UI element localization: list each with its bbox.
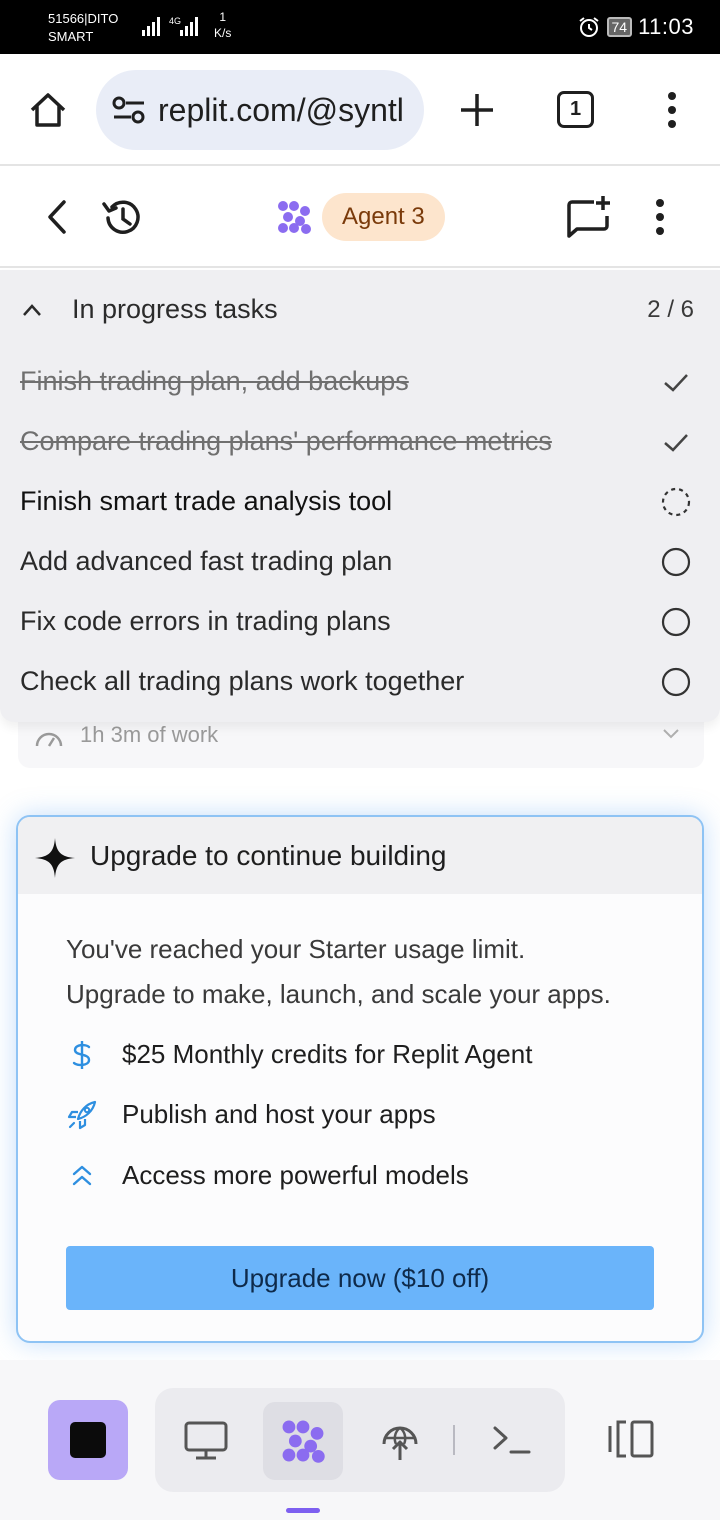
tab-agent[interactable]	[263, 1402, 343, 1480]
carrier-info: 51566|DITO SMART	[48, 10, 118, 46]
back-arrow-icon[interactable]	[42, 198, 74, 236]
stop-button[interactable]	[48, 1400, 128, 1480]
terminal-icon[interactable]	[489, 1418, 535, 1462]
task-item: Fix code errors in trading plans	[0, 592, 720, 652]
task-item: Check all trading plans work together	[0, 652, 720, 712]
gauge-icon	[35, 732, 63, 747]
agent-logo-icon	[278, 201, 311, 234]
history-icon[interactable]	[100, 196, 144, 240]
task-label: Fix code errors in trading plans	[20, 606, 391, 636]
url-text[interactable]: replit.com/@syntl	[158, 92, 404, 129]
work-duration-text: 1h 3m of work	[80, 722, 219, 747]
task-item: Compare trading plans' performance metri…	[0, 412, 720, 472]
signal-icon: 4G	[142, 16, 198, 36]
new-chat-icon[interactable]	[566, 194, 612, 240]
site-settings-icon[interactable]	[112, 95, 146, 125]
active-tab-indicator	[286, 1508, 320, 1513]
split-view-icon[interactable]	[606, 1418, 656, 1460]
pending-circle-icon	[661, 667, 691, 697]
divider	[453, 1425, 455, 1455]
address-bar[interactable]: replit.com/@syntl	[96, 70, 424, 150]
dollar-icon	[72, 1041, 91, 1069]
feature-text: Publish and host your apps	[122, 1099, 436, 1129]
task-label: Compare trading plans' performance metri…	[20, 426, 552, 456]
upgrade-card-header: Upgrade to continue building	[18, 817, 702, 894]
double-chevron-up-icon	[72, 1165, 92, 1186]
check-icon	[664, 434, 688, 452]
check-icon	[664, 374, 688, 392]
tasks-title: In progress tasks	[72, 294, 278, 324]
task-item: Finish trading plan, add backups	[0, 352, 720, 412]
svg-text:4G: 4G	[169, 16, 181, 26]
task-label: Check all trading plans work together	[20, 666, 465, 696]
in-progress-circle-icon	[661, 487, 691, 517]
task-label: Finish trading plan, add backups	[20, 366, 409, 396]
feature-item: Publish and host your apps	[58, 1093, 698, 1137]
workspace-tab-group	[155, 1388, 565, 1492]
browser-menu-icon[interactable]	[662, 90, 682, 130]
carrier-sub: SMART	[48, 29, 94, 44]
sparkle-icon	[35, 838, 75, 878]
browser-toolbar: replit.com/@syntl 1	[0, 54, 720, 166]
task-item: Finish smart trade analysis tool	[0, 472, 720, 532]
app-header: Agent 3	[0, 168, 720, 268]
carrier-name: 51566|DITO	[48, 11, 119, 26]
feature-item: Access more powerful models	[58, 1154, 698, 1198]
bottom-toolbar	[0, 1360, 720, 1520]
speed-value: 1	[219, 10, 227, 24]
rocket-icon	[67, 1100, 97, 1130]
chevron-down-icon	[663, 729, 679, 739]
upgrade-now-button[interactable]: Upgrade now ($10 off)	[66, 1246, 654, 1310]
feature-item: $25 Monthly credits for Replit Agent	[58, 1033, 698, 1077]
upgrade-message-line: Upgrade to make, launch, and scale your …	[66, 979, 611, 1009]
publish-globe-icon[interactable]	[377, 1418, 423, 1462]
app-menu-icon[interactable]	[650, 197, 670, 237]
agent-version-badge[interactable]: Agent 3	[322, 193, 445, 241]
new-tab-icon[interactable]	[458, 91, 496, 129]
tasks-dropdown: In progress tasks 2 / 6 Finish trading p…	[0, 270, 720, 722]
speed-unit: K/s	[214, 26, 232, 40]
home-icon[interactable]	[28, 90, 68, 130]
upgrade-title: Upgrade to continue building	[90, 840, 447, 871]
tasks-header[interactable]: In progress tasks 2 / 6	[0, 270, 720, 352]
stop-icon	[70, 1422, 106, 1458]
status-bar: 51566|DITO SMART 4G 1 K/s 74 11:03	[0, 0, 720, 54]
task-label: Finish smart trade analysis tool	[20, 486, 393, 516]
chevron-up-icon	[23, 304, 41, 316]
tab-switcher-button[interactable]: 1	[557, 91, 594, 128]
network-speed: 1 K/s	[214, 9, 231, 41]
task-item: Add advanced fast trading plan	[0, 532, 720, 592]
alarm-icon	[578, 17, 599, 37]
pending-circle-icon	[661, 547, 691, 577]
upgrade-message: You've reached your Starter usage limit.…	[66, 927, 686, 1017]
tasks-progress: 2 / 6	[647, 296, 694, 323]
feature-text: Access more powerful models	[122, 1160, 469, 1190]
pending-circle-icon	[661, 607, 691, 637]
preview-monitor-icon[interactable]	[183, 1418, 229, 1462]
agent-icon	[282, 1420, 325, 1463]
battery-indicator: 74	[606, 17, 633, 37]
upgrade-card: Upgrade to continue building You've reac…	[16, 815, 704, 1343]
task-label: Add advanced fast trading plan	[20, 546, 393, 576]
clock: 11:03	[638, 14, 694, 39]
feature-text: $25 Monthly credits for Replit Agent	[122, 1039, 533, 1069]
upgrade-message-line: You've reached your Starter usage limit.	[66, 934, 526, 964]
